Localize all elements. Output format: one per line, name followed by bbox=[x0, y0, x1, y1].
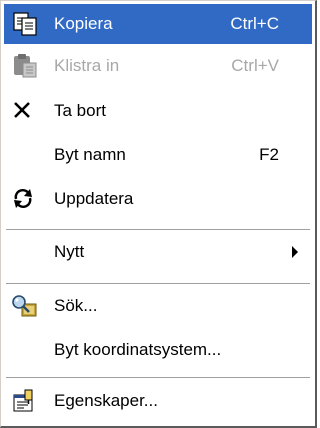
context-menu: Kopiera Ctrl+C Klistra in Ctrl+V Ta bort bbox=[0, 0, 317, 428]
menu-separator bbox=[6, 377, 310, 379]
menu-item-rename[interactable]: Byt namn F2 bbox=[4, 135, 312, 175]
menu-item-paste[interactable]: Klistra in Ctrl+V bbox=[4, 46, 312, 86]
menu-item-change-coordinate-system[interactable]: Byt koordinatsystem... bbox=[4, 330, 312, 370]
menu-item-label: Byt koordinatsystem... bbox=[54, 340, 222, 359]
menu-separator bbox=[6, 283, 310, 285]
menu-item-copy[interactable]: Kopiera Ctrl+C bbox=[4, 4, 312, 44]
menu-item-new[interactable]: Nytt bbox=[4, 232, 312, 272]
menu-item-shortcut: Ctrl+C bbox=[230, 14, 279, 33]
menu-item-label: Nytt bbox=[54, 242, 85, 261]
menu-item-label: Egenskaper... bbox=[54, 391, 158, 410]
menu-item-search[interactable]: Sök... bbox=[4, 286, 312, 326]
copy-icon bbox=[8, 10, 44, 38]
menu-item-label: Klistra in bbox=[54, 56, 120, 75]
menu-item-delete[interactable]: Ta bort bbox=[4, 91, 312, 131]
submenu-arrow-icon bbox=[292, 246, 298, 258]
menu-separator bbox=[6, 229, 310, 231]
menu-item-label: Kopiera bbox=[54, 14, 113, 33]
menu-item-label: Sök... bbox=[54, 296, 98, 315]
menu-item-refresh[interactable]: Uppdatera bbox=[4, 179, 312, 219]
menu-item-label: Byt namn bbox=[54, 145, 126, 164]
menu-item-label: Ta bort bbox=[54, 101, 106, 120]
delete-icon bbox=[8, 97, 44, 125]
menu-item-shortcut: F2 bbox=[259, 145, 279, 164]
refresh-icon bbox=[8, 185, 44, 213]
search-icon bbox=[8, 292, 44, 320]
menu-item-label: Uppdatera bbox=[54, 189, 134, 208]
menu-item-shortcut: Ctrl+V bbox=[231, 56, 279, 75]
paste-icon bbox=[8, 52, 44, 80]
properties-icon bbox=[8, 387, 44, 415]
menu-item-properties[interactable]: Egenskaper... bbox=[4, 381, 312, 421]
